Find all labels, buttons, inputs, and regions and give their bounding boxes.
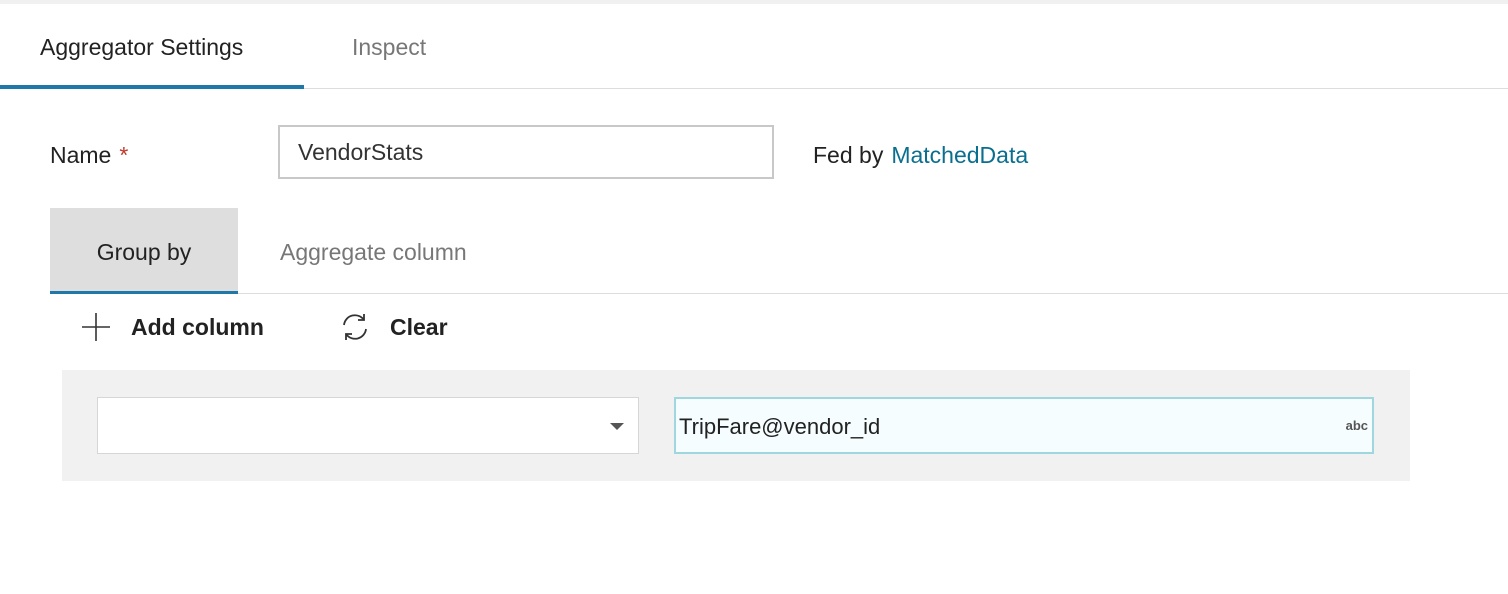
main-tabs: Aggregator Settings Inspect	[0, 4, 1508, 89]
tab-aggregator-settings[interactable]: Aggregator Settings	[0, 4, 304, 89]
tab-aggregator-settings-label: Aggregator Settings	[40, 34, 244, 60]
name-input[interactable]: VendorStats	[278, 125, 774, 179]
chevron-down-icon	[610, 423, 624, 430]
refresh-icon	[343, 314, 367, 340]
fed-by-link[interactable]: MatchedData	[891, 142, 1028, 168]
clear-button[interactable]: Clear	[339, 308, 448, 346]
plus-icon	[82, 313, 110, 341]
sub-tabs: Group by Aggregate column	[50, 208, 1508, 294]
tab-inspect[interactable]: Inspect	[352, 4, 426, 88]
name-label-text: Name	[50, 142, 112, 168]
clear-label: Clear	[390, 313, 448, 340]
string-type-badge: abc	[1345, 418, 1368, 433]
required-mark: *	[119, 142, 129, 168]
tab-aggregate-column[interactable]: Aggregate column	[280, 208, 467, 293]
expression-value: TripFare@vendor_id	[679, 414, 881, 439]
fed-by: Fed by MatchedData	[813, 140, 1028, 170]
add-column-button[interactable]: Add column	[80, 308, 264, 346]
column-select[interactable]	[97, 397, 639, 454]
add-column-label: Add column	[131, 313, 264, 340]
tab-group-by[interactable]: Group by	[50, 208, 238, 294]
fed-by-label: Fed by	[813, 142, 884, 168]
name-label: Name *	[50, 140, 128, 170]
expression-field[interactable]: TripFare@vendor_id abc	[674, 397, 1374, 454]
